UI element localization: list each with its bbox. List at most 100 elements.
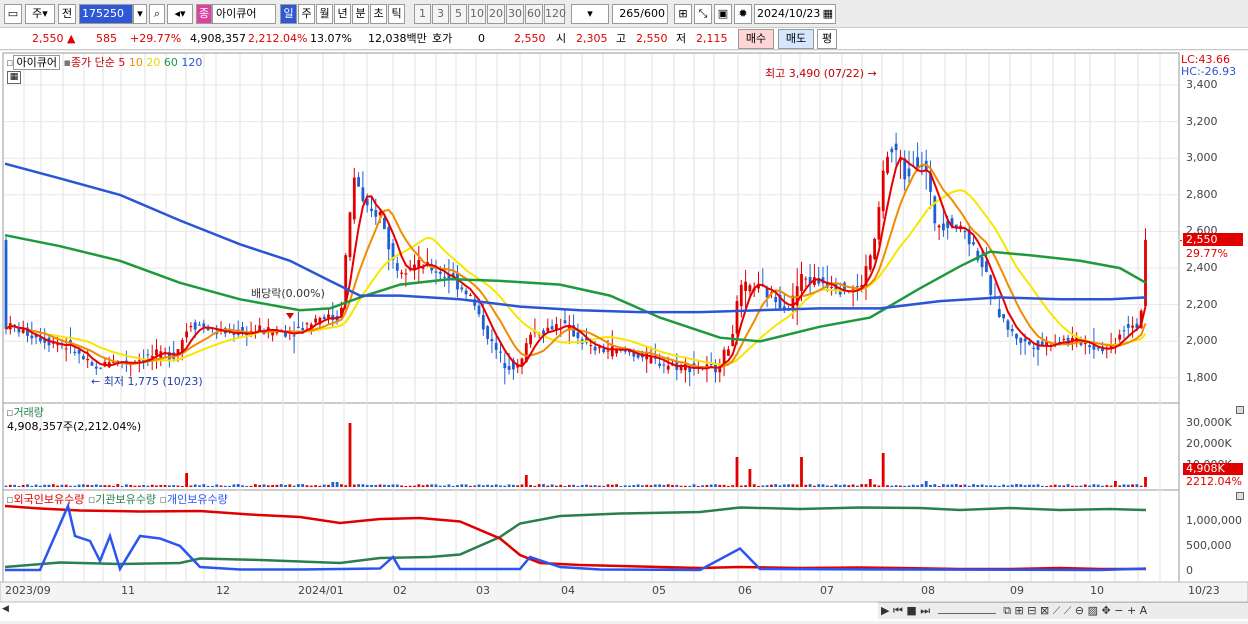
split-icon[interactable]: ⊞ [1015,604,1024,617]
candle-body [1015,333,1018,339]
volume-bar [288,484,292,487]
volume-bar [305,485,309,487]
interval-button-7[interactable]: 120 [544,4,566,24]
holding-panel-close-icon[interactable] [1236,492,1244,500]
volume-bar [404,485,408,487]
candle-body [82,356,85,360]
price-axis-label: 2,400 [1186,261,1218,274]
volume-bar [821,484,825,487]
volume-bar [4,485,8,487]
date-field[interactable]: 2024/10/23 ▦ [754,4,836,24]
blank-dropdown[interactable]: ▾ [571,4,609,24]
high-price: 2,550 [636,32,668,45]
timeframe-button-1[interactable]: 주 [298,4,315,24]
volume-panel-close-icon[interactable] [1236,406,1244,414]
volume-bar [327,484,330,487]
timeframe-button-2[interactable]: 월 [316,4,333,24]
layout-icon[interactable]: ⧉ [1003,604,1011,617]
draw-tool-icon[interactable]: ⟋ [1064,604,1072,617]
last-page-icon[interactable]: ⏭ [920,604,930,617]
candle-body [937,225,941,228]
hc-value: HC:-26.93 [1181,65,1237,78]
plus-icon[interactable]: + [1127,604,1136,617]
candle-body [666,365,670,370]
timeframe-button-6[interactable]: 틱 [388,4,405,24]
volume-bar [1131,484,1134,487]
scroll-left-icon[interactable]: ◀ [2,604,12,618]
buy-button[interactable]: 매수 [738,29,774,49]
candle-body [576,332,580,339]
volume-bar [619,485,623,487]
overlay-icon[interactable]: ⊠ [1040,604,1049,617]
interval-button-1[interactable]: 3 [432,4,449,24]
draw-line-icon[interactable]: ⟋ [1053,604,1061,617]
stock-code-input[interactable]: 175250 [79,4,133,24]
candle-body [64,348,68,350]
first-page-icon[interactable]: ⏮ [893,604,903,617]
code-dropdown-icon[interactable]: ▾ [133,4,147,24]
volume-bar [916,485,919,487]
volume-bar [813,485,816,487]
candle-body [189,325,193,328]
volume-bar [1023,485,1027,487]
scroll-right-icon[interactable]: ▶ [881,604,889,617]
zoom-out-icon[interactable]: ⊖ [1075,604,1084,617]
volume-bar [632,485,636,487]
volume-bar [395,484,399,487]
timeframe-button-3[interactable]: 년 [334,4,351,24]
interval-button-2[interactable]: 5 [450,4,467,24]
compare-icon[interactable]: ⊟ [1027,604,1036,617]
volume-bar [271,485,274,487]
timeframe-button-0[interactable]: 일 [280,4,297,24]
interval-button-4[interactable]: 20 [487,4,505,24]
gear-icon[interactable]: ✹ [734,4,752,24]
stop-icon[interactable]: ■ [906,604,916,617]
candle-type-icon[interactable]: ⊞ [674,4,692,24]
timeframe-button-5[interactable]: 초 [370,4,387,24]
sell-button[interactable]: 매도 [778,29,814,49]
interval-button-5[interactable]: 30 [506,4,524,24]
candle-body [30,335,34,339]
legend-price-type: 종가 [70,56,92,69]
interval-button-3[interactable]: 10 [468,4,486,24]
stock-name-field[interactable]: 아이큐어 [212,4,276,24]
volume-bar [679,485,683,487]
stock-chart[interactable] [0,51,1248,621]
chart-menu-icon[interactable]: ▭ [4,4,22,24]
text-icon[interactable]: A [1140,604,1148,617]
minus-icon[interactable]: − [1114,604,1123,617]
volume-bar [1015,484,1018,487]
count-field[interactable]: 265/600 [612,4,668,24]
volume-bar [782,484,786,487]
candle-body [1122,330,1126,332]
volume-bar [735,457,739,487]
save-icon[interactable]: ▣ [714,4,732,24]
timeframe-button-4[interactable]: 분 [352,4,369,24]
eval-button[interactable]: 평 [817,29,837,49]
legend-ma10: 10 [128,56,143,69]
period-select[interactable]: 주▾ [25,4,55,24]
candle-body [1083,343,1087,345]
calendar-icon[interactable]: ▦ [823,5,833,23]
legend-stock-name[interactable]: 아이큐어 [13,55,60,70]
move-icon[interactable]: ✥ [1102,604,1111,617]
zoom-slider[interactable] [937,613,996,614]
crosshair-icon[interactable]: ⤡ [694,4,712,24]
volume-bar [172,485,176,487]
low-label: 저 [676,32,687,45]
speaker-icon[interactable]: ◂▾ [167,4,193,24]
interval-button-0[interactable]: 1 [414,4,431,24]
candle-body [322,316,326,319]
volume-bar [77,484,81,487]
volume-bar [791,484,795,487]
image-icon[interactable]: ▨ [1088,604,1098,617]
chart-area[interactable]: ▫ 아이큐어 ▪종가 단순 5 10 20 60 120 ▦ LC:43.66 H… [0,51,1248,621]
high-label: 고 [616,32,627,45]
prev-button[interactable]: 전 [58,4,76,24]
volume-bar [800,457,803,487]
grid-toggle-icon[interactable]: ▦ [7,71,21,84]
interval-button-6[interactable]: 60 [525,4,543,24]
volume-bar [649,485,653,487]
volume-bar [344,485,348,487]
search-icon[interactable]: ⌕ [149,4,165,24]
